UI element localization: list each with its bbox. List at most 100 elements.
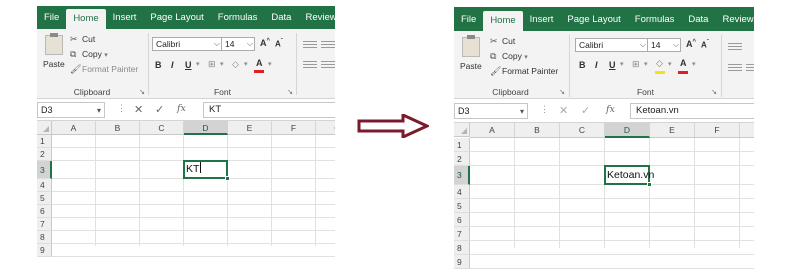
- column-header-d[interactable]: D: [184, 121, 228, 135]
- tab-home[interactable]: Home: [483, 11, 523, 31]
- row-header-3[interactable]: 3: [37, 161, 52, 179]
- tab-home[interactable]: Home: [66, 9, 106, 29]
- chevron-down-icon[interactable]: ▾: [644, 60, 648, 68]
- row-header-7[interactable]: 7: [454, 227, 470, 241]
- dialog-launcher-icon[interactable]: ↘: [559, 88, 565, 96]
- column-header-c[interactable]: C: [560, 123, 605, 138]
- row-header-8[interactable]: 8: [37, 231, 52, 244]
- name-box[interactable]: D3 ▾: [37, 102, 105, 118]
- format-painter-button[interactable]: 🖌Format Painter: [490, 66, 558, 77]
- column-header-a[interactable]: A: [470, 123, 515, 138]
- select-all-corner[interactable]: [454, 123, 470, 137]
- fill-handle[interactable]: [225, 176, 230, 181]
- grow-font-button[interactable]: A^: [686, 39, 696, 49]
- align-center-icon[interactable]: [746, 64, 754, 73]
- font-name-combo[interactable]: Calibri ⌵: [575, 38, 648, 52]
- format-painter-button[interactable]: 🖌Format Painter: [70, 64, 138, 75]
- cancel-icon[interactable]: ✕: [559, 104, 568, 117]
- font-color-button[interactable]: A: [256, 58, 263, 68]
- row-header-7[interactable]: 7: [37, 218, 52, 231]
- tab-formulas[interactable]: Formulas: [211, 6, 265, 29]
- row-header-5[interactable]: 5: [454, 199, 470, 213]
- font-size-combo[interactable]: 14 ⌵: [647, 38, 681, 52]
- row-header-9[interactable]: 9: [454, 255, 470, 269]
- copy-button[interactable]: ⧉ Copy ▾: [490, 51, 528, 62]
- font-color-button[interactable]: A: [680, 58, 687, 68]
- column-header-c[interactable]: C: [140, 121, 184, 135]
- insert-function-icon[interactable]: fx: [606, 104, 615, 115]
- column-header-g[interactable]: G: [316, 121, 335, 135]
- formula-input[interactable]: KT: [203, 102, 335, 118]
- fill-color-icon[interactable]: ◇: [232, 59, 239, 70]
- fill-color-icon[interactable]: ◇: [656, 58, 663, 69]
- column-header-a[interactable]: A: [52, 121, 96, 135]
- grow-font-button[interactable]: A^: [260, 38, 270, 48]
- shrink-font-button[interactable]: Aˇ: [275, 39, 283, 49]
- row-header-4[interactable]: 4: [37, 179, 52, 192]
- active-cell-d3[interactable]: Ketoan.vn: [604, 165, 654, 187]
- column-header-f[interactable]: F: [695, 123, 740, 138]
- dialog-launcher-icon[interactable]: ↘: [287, 88, 293, 96]
- tab-file[interactable]: File: [37, 6, 66, 29]
- chevron-down-icon[interactable]: ▾: [692, 60, 696, 68]
- borders-icon[interactable]: ⊞: [208, 59, 216, 70]
- chevron-down-icon[interactable]: ▾: [668, 60, 672, 68]
- fill-handle[interactable]: [647, 182, 652, 187]
- column-header-e[interactable]: E: [650, 123, 695, 138]
- active-cell-d3[interactable]: KT: [183, 160, 230, 181]
- chevron-down-icon[interactable]: ▾: [620, 60, 624, 68]
- formula-bar-splitter[interactable]: ⋮: [540, 104, 549, 115]
- align-top-icon[interactable]: [728, 43, 742, 52]
- paste-button[interactable]: Paste: [460, 61, 482, 71]
- paste-button[interactable]: Paste: [43, 59, 65, 69]
- chevron-down-icon[interactable]: ▾: [220, 60, 224, 68]
- row-header-4[interactable]: 4: [454, 185, 470, 199]
- row-header-9[interactable]: 9: [37, 244, 52, 257]
- row-header-1[interactable]: 1: [454, 138, 470, 152]
- cancel-icon[interactable]: ✕: [134, 103, 143, 116]
- tab-review[interactable]: Review: [715, 8, 754, 31]
- formula-input[interactable]: Ketoan.vn: [630, 103, 754, 119]
- enter-icon[interactable]: ✓: [581, 104, 590, 117]
- underline-button[interactable]: U: [609, 60, 616, 70]
- row-header-6[interactable]: 6: [454, 213, 470, 227]
- row-header-6[interactable]: 6: [37, 205, 52, 218]
- chevron-down-icon[interactable]: ▾: [268, 60, 272, 68]
- tab-file[interactable]: File: [454, 8, 483, 31]
- align-center-icon[interactable]: [321, 61, 335, 70]
- cut-button[interactable]: ✂ Cut: [70, 34, 95, 45]
- insert-function-icon[interactable]: fx: [177, 103, 186, 114]
- align-middle-icon[interactable]: [321, 41, 335, 50]
- chevron-down-icon[interactable]: ▾: [244, 60, 248, 68]
- cut-button[interactable]: ✂ Cut: [490, 36, 515, 47]
- align-left-icon[interactable]: [728, 64, 742, 73]
- row-header-5[interactable]: 5: [37, 192, 52, 205]
- tab-page-layout[interactable]: Page Layout: [560, 8, 627, 31]
- column-header-b[interactable]: B: [96, 121, 140, 135]
- select-all-corner[interactable]: [37, 121, 52, 135]
- column-header-g[interactable]: G: [740, 123, 754, 138]
- row-header-1[interactable]: 1: [37, 135, 52, 148]
- italic-button[interactable]: I: [595, 60, 598, 70]
- dialog-launcher-icon[interactable]: ↘: [711, 88, 717, 96]
- borders-icon[interactable]: ⊞: [632, 59, 640, 70]
- paste-icon[interactable]: [462, 35, 480, 57]
- chevron-down-icon[interactable]: ▾: [196, 60, 200, 68]
- name-box[interactable]: D3 ▾: [454, 103, 528, 119]
- column-header-f[interactable]: F: [272, 121, 316, 135]
- shrink-font-button[interactable]: Aˇ: [701, 40, 709, 50]
- font-name-combo[interactable]: Calibri ⌵: [152, 37, 222, 51]
- column-header-d[interactable]: D: [605, 123, 650, 138]
- column-header-b[interactable]: B: [515, 123, 560, 138]
- tab-review[interactable]: Review: [298, 6, 335, 29]
- row-header-2[interactable]: 2: [454, 152, 470, 166]
- font-size-combo[interactable]: 14 ⌵: [221, 37, 255, 51]
- row-header-2[interactable]: 2: [37, 148, 52, 161]
- align-top-icon[interactable]: [303, 41, 317, 50]
- dialog-launcher-icon[interactable]: ↘: [139, 88, 145, 96]
- tab-formulas[interactable]: Formulas: [628, 8, 682, 31]
- bold-button[interactable]: B: [155, 60, 162, 70]
- column-header-e[interactable]: E: [228, 121, 272, 135]
- tab-data[interactable]: Data: [264, 6, 298, 29]
- copy-button[interactable]: ⧉ Copy ▾: [70, 49, 108, 60]
